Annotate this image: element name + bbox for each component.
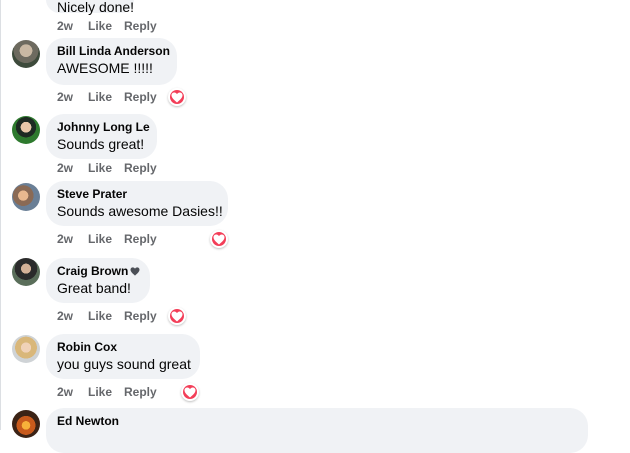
reply-button[interactable]: Reply: [124, 308, 157, 324]
comment-bubble: Nicely done!: [46, 0, 135, 15]
like-button[interactable]: Like: [88, 231, 112, 247]
like-button[interactable]: Like: [88, 308, 112, 324]
commenter-name[interactable]: Johnny Long Le: [57, 120, 150, 135]
comment-text: Nicely done!: [57, 0, 135, 15]
reply-button[interactable]: Reply: [124, 160, 157, 176]
love-reaction-icon[interactable]: [168, 307, 186, 325]
comment-text: AWESOME !!!!!: [57, 60, 153, 76]
commenter-name-text[interactable]: Craig Brown: [57, 264, 128, 278]
commenter-name[interactable]: Steve Prater: [57, 187, 217, 202]
comment-timestamp[interactable]: 2w: [57, 308, 73, 324]
love-reaction-icon[interactable]: [181, 383, 199, 401]
commenter-name[interactable]: Robin Cox: [57, 340, 189, 355]
comment-timestamp[interactable]: 2w: [57, 89, 73, 105]
comment-timestamp[interactable]: 2w: [57, 231, 73, 247]
avatar[interactable]: [12, 258, 40, 286]
comment-bubble: Bill Linda Anderson AWESOME !!!!!: [46, 38, 177, 85]
reply-button[interactable]: Reply: [124, 384, 157, 400]
avatar[interactable]: [12, 183, 40, 211]
like-button[interactable]: Like: [88, 18, 112, 34]
comment-text: you guys sound great: [57, 356, 191, 372]
comment-bubble: Craig Brown Great band!: [46, 258, 150, 303]
comment-timestamp[interactable]: 2w: [57, 18, 73, 34]
avatar[interactable]: [12, 410, 40, 438]
comment-bubble: Steve Prater Sounds awesome Dasies!!: [46, 181, 228, 226]
avatar[interactable]: [12, 335, 40, 363]
comment-timestamp[interactable]: 2w: [57, 160, 73, 176]
heart-badge-icon: [130, 267, 140, 276]
like-button[interactable]: Like: [88, 89, 112, 105]
reply-button[interactable]: Reply: [124, 231, 157, 247]
comment-text: Sounds awesome Dasies!!: [57, 203, 223, 219]
comment-timestamp[interactable]: 2w: [57, 384, 73, 400]
commenter-name[interactable]: Bill Linda Anderson: [57, 44, 170, 59]
like-button[interactable]: Like: [88, 384, 112, 400]
comment-bubble: Ed Newton: [46, 408, 588, 453]
comment-text: Great band!: [57, 280, 131, 296]
avatar[interactable]: [12, 116, 40, 144]
reply-button[interactable]: Reply: [124, 18, 157, 34]
love-reaction-icon[interactable]: [210, 230, 228, 248]
comment-bubble: Johnny Long Le Sounds great!: [46, 114, 157, 159]
love-reaction-icon[interactable]: [168, 88, 186, 106]
left-border: [0, 0, 1, 430]
commenter-name[interactable]: Ed Newton: [57, 414, 577, 429]
avatar[interactable]: [12, 40, 40, 68]
reply-button[interactable]: Reply: [124, 89, 157, 105]
comment-text: Sounds great!: [57, 136, 145, 152]
like-button[interactable]: Like: [88, 160, 112, 176]
comment-bubble: Robin Cox you guys sound great: [46, 334, 200, 379]
commenter-name[interactable]: Craig Brown: [57, 264, 140, 279]
